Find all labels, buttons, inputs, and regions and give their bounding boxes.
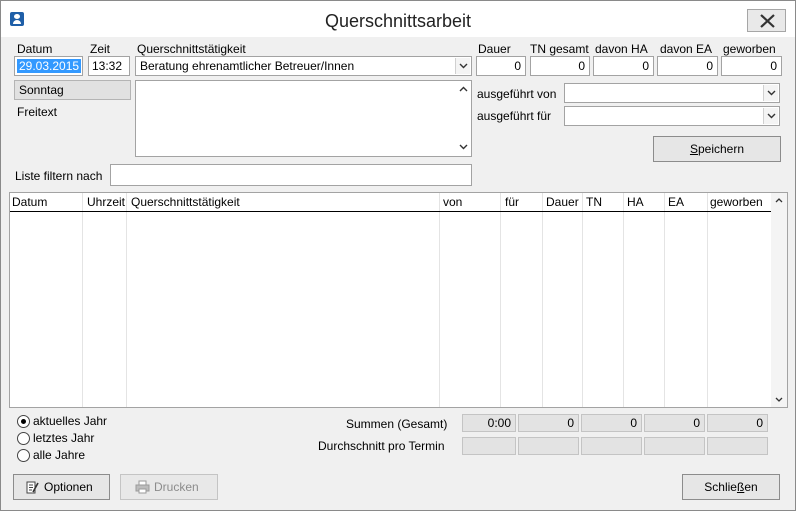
ausgefuehrt-von-label: ausgeführt von	[477, 87, 557, 101]
davon-ea-field[interactable]: 0	[657, 56, 718, 76]
table-scrollbar[interactable]	[771, 193, 787, 407]
sum-dauer: 0:00	[462, 414, 516, 432]
close-x-icon	[760, 14, 775, 28]
table-header: Datum Uhrzeit Querschnittstätigkeit von …	[10, 193, 772, 212]
davon-ha-field[interactable]: 0	[593, 56, 654, 76]
column-header-datum[interactable]: Datum	[12, 195, 47, 209]
davon-ea-label: davon EA	[660, 42, 713, 56]
radio-alle-jahre[interactable]	[17, 449, 30, 462]
entries-table[interactable]: Datum Uhrzeit Querschnittstätigkeit von …	[9, 192, 788, 408]
geworben-label: geworben	[723, 42, 776, 56]
zeit-field[interactable]: 13:32	[88, 56, 130, 76]
tn-gesamt-field[interactable]: 0	[530, 56, 590, 76]
sum-ha: 0	[581, 414, 642, 432]
taetigkeit-value: Beratung ehrenamtlicher Betreuer/Innen	[140, 59, 355, 73]
sum-geworben: 0	[707, 414, 768, 432]
column-header-von[interactable]: von	[443, 195, 462, 209]
avg-ha	[581, 437, 642, 455]
geworben-field[interactable]: 0	[721, 56, 782, 76]
dauer-label: Dauer	[478, 42, 511, 56]
radio-label-letztes-jahr[interactable]: letztes Jahr	[33, 431, 94, 445]
options-edit-icon	[26, 481, 39, 494]
freitext-textarea[interactable]	[135, 80, 472, 157]
avg-geworben	[707, 437, 768, 455]
column-header-dauer[interactable]: Dauer	[546, 195, 579, 209]
tn-gesamt-label: TN gesamt	[530, 42, 589, 56]
radio-label-alle-jahre[interactable]: alle Jahre	[33, 448, 85, 462]
scroll-up-icon[interactable]	[775, 198, 783, 203]
options-label: Optionen	[44, 480, 93, 494]
column-header-uhrzeit[interactable]: Uhrzeit	[87, 195, 125, 209]
chevron-down-icon	[459, 63, 468, 69]
column-header-ea[interactable]: EA	[668, 195, 684, 209]
print-button[interactable]: Drucken	[120, 474, 218, 500]
durchschnitt-label: Durchschnitt pro Termin	[318, 439, 445, 453]
taetigkeit-dropdown-button[interactable]	[455, 58, 470, 74]
window-title: Querschnittsarbeit	[324, 11, 472, 31]
chevron-down-icon	[767, 113, 776, 119]
options-button[interactable]: Optionen	[13, 474, 110, 500]
radio-label-aktuelles-jahr[interactable]: aktuelles Jahr	[33, 414, 107, 428]
ausgefuehrt-fuer-label: ausgeführt für	[477, 109, 552, 123]
chevron-down-icon	[767, 90, 776, 96]
ausgefuehrt-von-dropdown-button[interactable]	[763, 85, 778, 101]
freitext-label: Freitext	[17, 105, 58, 119]
close-window-button[interactable]	[747, 9, 786, 32]
column-header-tn[interactable]: TN	[586, 195, 602, 209]
column-header-taetigkeit[interactable]: Querschnittstätigkeit	[131, 195, 240, 209]
column-header-fuer[interactable]: für	[505, 195, 519, 209]
save-label: peichern	[697, 142, 745, 156]
column-header-geworben[interactable]: geworben	[710, 195, 763, 209]
sum-ea: 0	[644, 414, 705, 432]
dialog-window: Querschnittsarbeit Datum 29.03.2015 Zeit…	[0, 0, 796, 511]
ausgefuehrt-fuer-select[interactable]	[564, 106, 780, 126]
filter-input[interactable]	[110, 164, 472, 186]
sum-tn: 0	[518, 414, 579, 432]
scroll-up-icon[interactable]	[459, 86, 468, 92]
avg-ea	[644, 437, 705, 455]
title-bar: Querschnittsarbeit	[1, 1, 795, 37]
printer-icon	[135, 480, 150, 494]
datum-value: 29.03.2015	[17, 59, 82, 73]
save-button[interactable]: Speichern	[653, 136, 781, 162]
close-button[interactable]: Schließen	[682, 474, 780, 500]
filter-label: Liste filtern nach	[15, 169, 103, 183]
print-label: Drucken	[154, 480, 199, 494]
datum-field[interactable]: 29.03.2015	[14, 56, 83, 76]
close-label-end: en	[744, 480, 758, 494]
taetigkeit-select[interactable]: Beratung ehrenamtlicher Betreuer/Innen	[135, 56, 472, 76]
dauer-field[interactable]: 0	[476, 56, 526, 76]
ausgefuehrt-fuer-dropdown-button[interactable]	[763, 108, 778, 124]
save-label-mnemonic: S	[689, 142, 698, 156]
scroll-down-icon[interactable]	[775, 397, 783, 402]
radio-letztes-jahr[interactable]	[17, 432, 30, 445]
close-label-start: Schlie	[704, 480, 737, 494]
ausgefuehrt-von-select[interactable]	[564, 83, 780, 103]
datum-label: Datum	[17, 42, 53, 56]
taetigkeit-label: Querschnittstätigkeit	[137, 42, 246, 56]
avg-dauer	[462, 437, 516, 455]
weekday-display: Sonntag	[14, 80, 131, 100]
avg-tn	[518, 437, 579, 455]
radio-aktuelles-jahr[interactable]	[17, 415, 30, 428]
davon-ha-label: davon HA	[595, 42, 648, 56]
column-header-ha[interactable]: HA	[627, 195, 644, 209]
zeit-label: Zeit	[90, 42, 111, 56]
scroll-down-icon[interactable]	[459, 144, 468, 150]
summen-label: Summen (Gesamt)	[346, 417, 448, 431]
